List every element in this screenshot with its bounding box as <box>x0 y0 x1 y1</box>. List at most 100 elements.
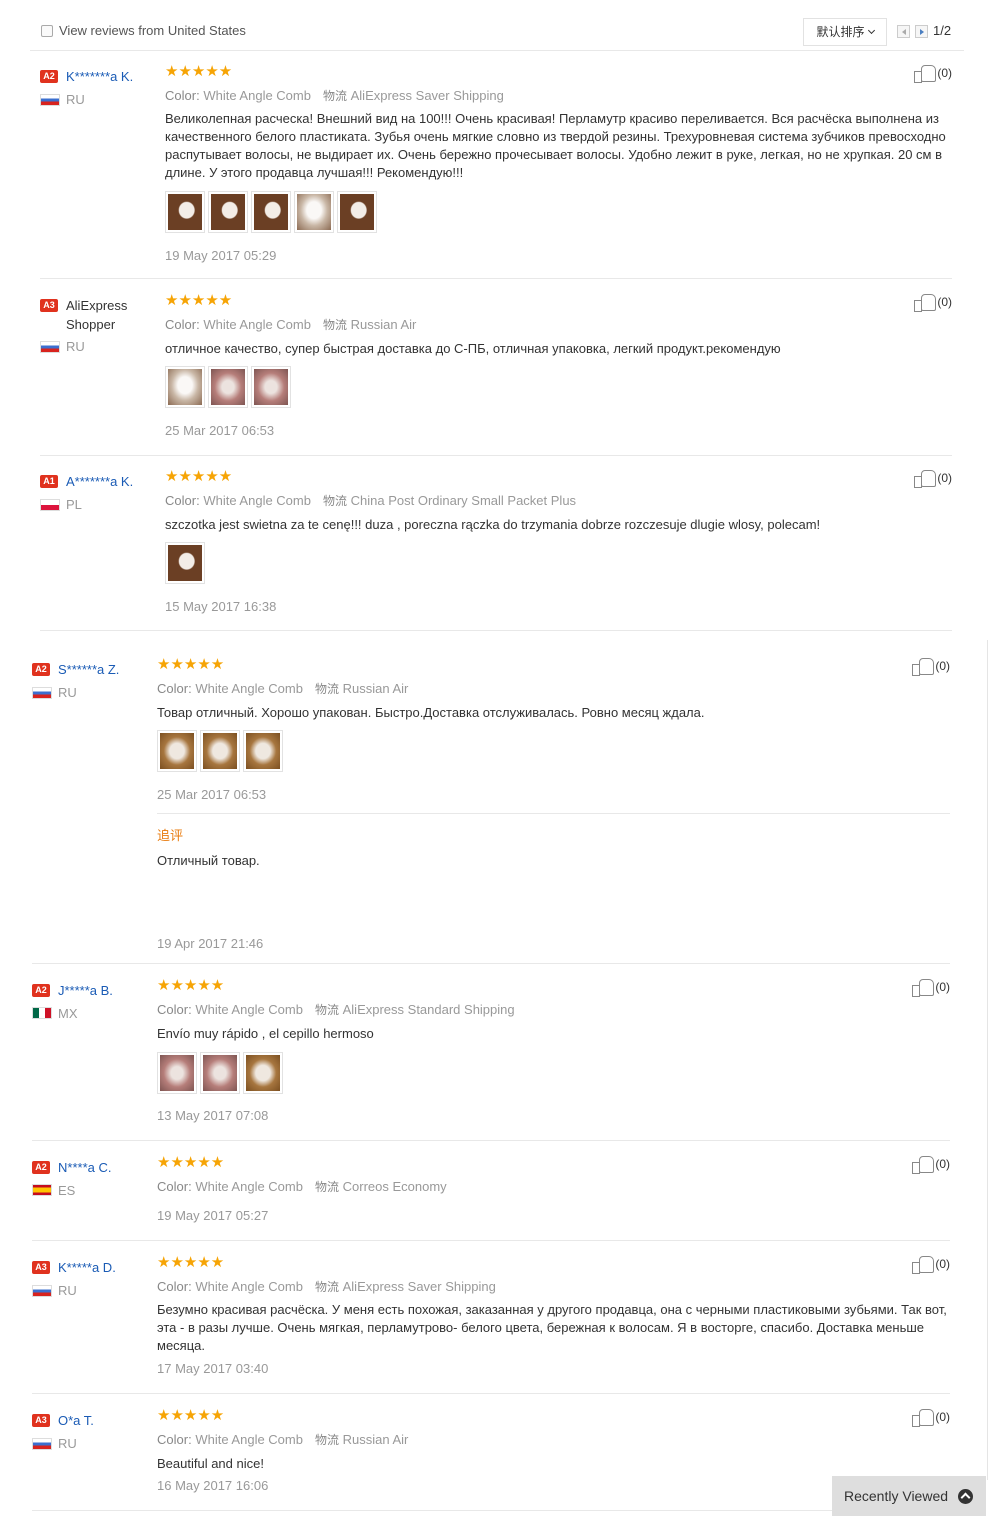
reviewer-name[interactable]: K*******a K. <box>66 67 166 86</box>
review-photo[interactable] <box>251 366 291 408</box>
star-rating: ★★★★★ <box>165 292 233 309</box>
prev-page-button[interactable] <box>897 25 910 38</box>
helpful-button[interactable]: (0) <box>912 1155 950 1175</box>
star-rating: ★★★★★ <box>165 468 233 485</box>
color-value: White Angle Comb <box>195 681 303 696</box>
review-meta: Color: White Angle Comb 物流 Russian Air <box>165 316 416 333</box>
chevron-up-icon <box>958 1489 973 1504</box>
review-item: A2 S******a Z. RU ★★★★★ Color: White Ang… <box>32 657 950 964</box>
shipping-label: 物流 <box>314 1180 339 1194</box>
country-code: MX <box>58 1006 78 1021</box>
review-photo[interactable] <box>165 366 205 408</box>
review-date: 25 Mar 2017 06:53 <box>157 787 267 802</box>
additional-review-date: 19 Apr 2017 21:46 <box>157 936 264 951</box>
review-photo[interactable] <box>200 1052 240 1094</box>
us-filter-checkbox[interactable] <box>41 25 53 37</box>
shipping-value: Correos Economy <box>342 1179 447 1194</box>
scroll-track <box>987 640 988 1480</box>
review-meta: Color: White Angle Comb 物流 Correos Econom… <box>157 1178 447 1195</box>
thumbs-up-icon <box>914 293 937 312</box>
review-photo[interactable] <box>157 1052 197 1094</box>
review-photo[interactable] <box>243 730 283 772</box>
review-photo[interactable] <box>243 1052 283 1094</box>
shipping-label: 物流 <box>314 1003 339 1017</box>
reviewer-name[interactable]: A*******a K. <box>66 472 166 491</box>
helpful-button[interactable]: (0) <box>912 1255 950 1275</box>
country-code: RU <box>58 685 77 700</box>
review-date: 17 May 2017 03:40 <box>157 1361 269 1376</box>
helpful-button[interactable]: (0) <box>912 978 950 998</box>
reviewer-name[interactable]: J*****a B. <box>58 981 158 1000</box>
review-meta: Color: White Angle Comb 物流 Russian Air <box>157 1431 408 1448</box>
divider <box>40 278 952 279</box>
color-value: White Angle Comb <box>195 1432 303 1447</box>
helpful-button[interactable]: (0) <box>912 1408 950 1428</box>
star-rating: ★★★★★ <box>157 977 225 994</box>
reviewer-name[interactable]: O*a T. <box>58 1411 158 1430</box>
star-rating: ★★★★★ <box>157 1154 225 1171</box>
review-text: отличное качество, супер быстрая доставк… <box>165 341 781 356</box>
country-code: RU <box>66 339 85 354</box>
next-page-button[interactable] <box>915 25 928 38</box>
color-label: Color: <box>165 493 200 508</box>
review-meta: Color: White Angle Comb 物流 Russian Air <box>157 680 408 697</box>
review-photo[interactable] <box>294 191 334 233</box>
review-photo[interactable] <box>337 191 377 233</box>
thumbs-up-icon <box>914 64 937 83</box>
recently-viewed-button[interactable]: Recently Viewed <box>832 1476 986 1516</box>
review-photo[interactable] <box>157 730 197 772</box>
review-photo[interactable] <box>165 542 205 584</box>
shipping-value: Russian Air <box>342 681 409 696</box>
review-date: 13 May 2017 07:08 <box>157 1108 269 1123</box>
buyer-level-badge: A2 <box>32 1161 50 1174</box>
review-photo[interactable] <box>208 366 248 408</box>
divider <box>40 630 952 631</box>
helpful-count: (0) <box>935 1410 950 1424</box>
color-label: Color: <box>165 317 200 332</box>
us-filter-label[interactable]: View reviews from United States <box>59 23 246 38</box>
thumbs-up-icon <box>912 978 935 997</box>
shipping-label: 物流 <box>314 682 339 696</box>
review-photo[interactable] <box>251 191 291 233</box>
divider <box>32 1510 950 1511</box>
review-text: Envío muy rápido , el cepillo hermoso <box>157 1026 374 1041</box>
review-photos <box>165 542 208 584</box>
color-value: White Angle Comb <box>203 493 311 508</box>
helpful-button[interactable]: (0) <box>914 64 952 84</box>
reviewer-name[interactable]: S******a Z. <box>58 660 158 679</box>
helpful-button[interactable]: (0) <box>912 657 950 677</box>
flag-icon <box>32 1438 52 1450</box>
helpful-button[interactable]: (0) <box>914 469 952 489</box>
color-label: Color: <box>157 1279 192 1294</box>
review-date: 15 May 2017 16:38 <box>165 599 277 614</box>
divider <box>32 963 950 964</box>
review-photo[interactable] <box>208 191 248 233</box>
color-value: White Angle Comb <box>195 1002 303 1017</box>
review-photos <box>157 730 286 772</box>
flag-icon <box>32 1007 52 1019</box>
divider <box>32 1393 950 1394</box>
star-rating: ★★★★★ <box>157 1254 225 1271</box>
review-item: A3 AliExpress Shopper RU ★★★★★ Color: Wh… <box>40 293 952 456</box>
star-rating: ★★★★★ <box>157 656 225 673</box>
buyer-level-badge: A3 <box>32 1261 50 1274</box>
helpful-button[interactable]: (0) <box>914 293 952 313</box>
review-photos <box>157 1052 286 1094</box>
color-label: Color: <box>157 1179 192 1194</box>
divider <box>32 1140 950 1141</box>
reviewer-name[interactable]: N****a C. <box>58 1158 158 1177</box>
review-date: 19 May 2017 05:29 <box>165 248 277 263</box>
review-photo[interactable] <box>200 730 240 772</box>
reviewer-name[interactable]: K*****a D. <box>58 1258 158 1277</box>
review-photo[interactable] <box>165 191 205 233</box>
sort-label: 默认排序 <box>816 25 865 39</box>
review-item: A3 K*****a D. RU ★★★★★ Color: White Angl… <box>32 1255 950 1394</box>
review-meta: Color: White Angle Comb 物流 AliExpress Sta… <box>157 1001 515 1018</box>
buyer-level-badge: A3 <box>40 299 58 312</box>
shipping-label: 物流 <box>322 89 347 103</box>
shipping-value: AliExpress Standard Shipping <box>342 1002 515 1017</box>
helpful-count: (0) <box>937 66 952 80</box>
thumbs-up-icon <box>912 1255 935 1274</box>
flag-icon <box>40 341 60 353</box>
sort-dropdown[interactable]: 默认排序 <box>803 18 887 46</box>
